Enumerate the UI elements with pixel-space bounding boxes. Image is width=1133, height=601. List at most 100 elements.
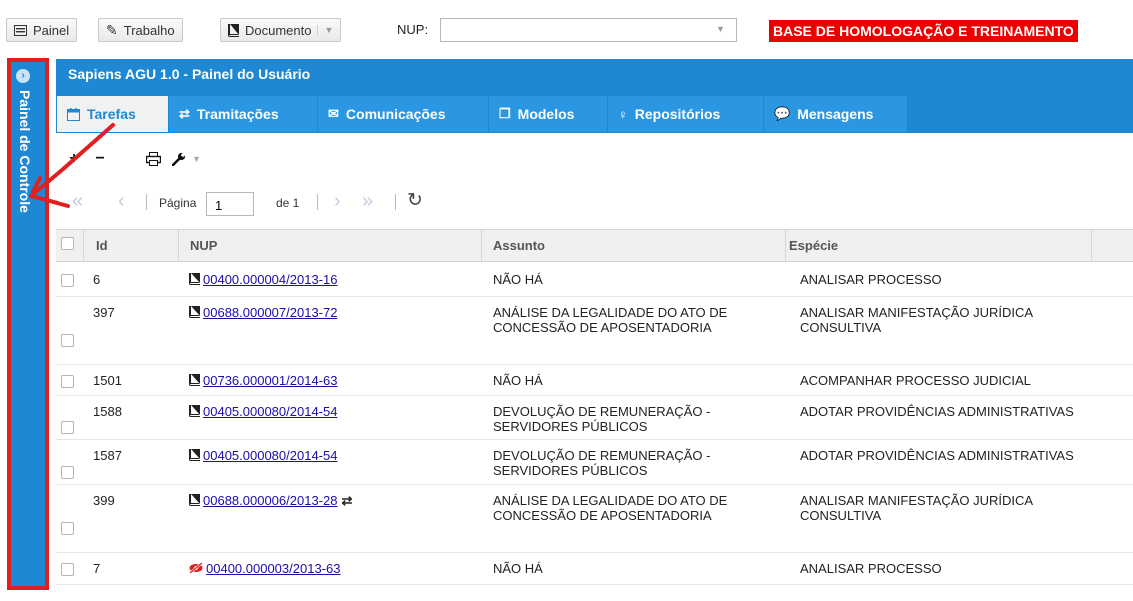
page-count: de 1: [276, 196, 300, 210]
column-header-assunto[interactable]: Assunto: [482, 230, 786, 261]
cell-assunto: ANÁLISE DA LEGALIDADE DO ATO DE CONCESSÃ…: [493, 493, 728, 523]
chevron-down-icon[interactable]: ▼: [317, 25, 333, 35]
page-number-input[interactable]: [206, 192, 254, 216]
cell-id: 1501: [93, 373, 122, 388]
row-checkbox[interactable]: [61, 274, 74, 287]
column-header-nup[interactable]: NUP: [179, 230, 482, 261]
cell-nup: 00400.000004/2013-16: [189, 272, 337, 287]
row-checkbox[interactable]: [61, 421, 74, 434]
column-header-especie[interactable]: Espécie: [786, 230, 1092, 261]
nup-input[interactable]: [440, 18, 737, 42]
painel-button[interactable]: Painel: [6, 18, 78, 42]
cell-id: 6: [93, 272, 101, 287]
minus-icon: −: [95, 150, 105, 167]
print-icon: [145, 152, 161, 166]
documento-button[interactable]: Documento ▼: [220, 18, 342, 42]
environment-banner: BASE DE HOMOLOGAÇÃO E TREINAMENTO: [769, 20, 1078, 42]
nup-link[interactable]: 00405.000080/2014-54: [203, 404, 337, 419]
table-row[interactable]: 1587 00405.000080/2014-54 DEVOLUÇÃO DE REM…: [56, 440, 1133, 485]
page-title: Sapiens AGU 1.0 - Painel do Usuário: [68, 66, 311, 82]
eye-slash-icon: [189, 562, 203, 574]
cell-id: 1588: [93, 404, 122, 419]
tab-repositorios[interactable]: ♀ Repositórios: [608, 96, 763, 132]
cell-assunto: NÃO HÁ: [493, 561, 543, 576]
cell-especie: ANALISAR PROCESSO: [800, 561, 942, 576]
page-label: Página: [159, 196, 197, 210]
cell-nup: 00688.000006/2013-28 ⇄: [189, 493, 352, 508]
cell-id: 7: [93, 561, 101, 576]
table-row[interactable]: 6 00400.000004/2013-16 NÃO HÁ ANALISAR PROC…: [56, 264, 1133, 297]
book-icon: [189, 449, 200, 461]
previous-page-icon[interactable]: ‹: [118, 191, 125, 211]
row-checkbox[interactable]: [61, 375, 74, 388]
documento-label: Documento: [245, 22, 312, 38]
grid-header: Id NUP Assunto Espécie: [56, 229, 1133, 262]
table-row[interactable]: 1588 00405.000080/2014-54 DEVOLUÇÃO DE REM…: [56, 396, 1133, 440]
nup-link[interactable]: 00400.000003/2013-63: [206, 561, 340, 576]
pencil-icon: ✎: [106, 21, 118, 38]
cell-especie: ACOMPANHAR PROCESSO JUDICIAL: [800, 373, 1031, 388]
last-page-icon[interactable]: »: [362, 191, 373, 211]
table-row[interactable]: 399 00688.000006/2013-28 ⇄ ANÁLISE DA LEGAL…: [56, 485, 1133, 553]
print-button[interactable]: [140, 146, 166, 172]
table-row[interactable]: 7 00400.000003/2013-63 NÃO HÁ ANALISAR PROC…: [56, 553, 1133, 585]
list-icon: [14, 24, 27, 36]
add-button[interactable]: +: [62, 146, 86, 172]
chevron-down-icon[interactable]: ▼: [716, 24, 725, 34]
row-checkbox[interactable]: [61, 522, 74, 535]
nup-link[interactable]: 00688.000007/2013-72: [203, 305, 337, 320]
nup-link[interactable]: 00405.000080/2014-54: [203, 448, 337, 463]
column-header-id[interactable]: Id: [84, 230, 179, 261]
painel-label: Painel: [33, 22, 70, 38]
divider: [317, 194, 318, 210]
tab-mensagens[interactable]: 💬 Mensagens: [764, 96, 907, 132]
book-icon: [189, 273, 200, 285]
cell-especie: ANALISAR PROCESSO: [800, 272, 942, 287]
select-all-checkbox[interactable]: [61, 237, 74, 250]
tab-comunicacoes[interactable]: ✉ Comunicações: [318, 96, 488, 132]
nup-link[interactable]: 00688.000006/2013-28: [203, 493, 337, 508]
top-toolbar: Painel ✎ Trabalho Documento ▼ NUP: ▼ BAS…: [0, 0, 1133, 50]
exchange-icon: ⇄: [179, 106, 190, 121]
cell-nup: 00405.000080/2014-54: [189, 404, 337, 419]
trabalho-button[interactable]: ✎ Trabalho: [98, 18, 183, 42]
book-icon: [189, 494, 200, 506]
cell-nup: 00405.000080/2014-54: [189, 448, 337, 463]
refresh-icon[interactable]: ↻: [407, 191, 423, 211]
expand-icon[interactable]: ›: [16, 69, 30, 83]
row-checkbox[interactable]: [61, 334, 74, 347]
lightbulb-icon: ♀: [618, 106, 628, 122]
tab-modelos[interactable]: ❐ Modelos: [489, 96, 607, 132]
comments-icon: 💬: [774, 106, 791, 121]
row-checkbox[interactable]: [61, 466, 74, 479]
table-row[interactable]: 397 00688.000007/2013-72 ANÁLISE DA LEGALI…: [56, 297, 1133, 365]
plus-icon: +: [69, 150, 79, 167]
nup-link[interactable]: 00400.000004/2013-16: [203, 272, 337, 287]
next-page-icon[interactable]: ›: [334, 191, 341, 211]
exchange-icon: ⇄: [341, 493, 353, 508]
tab-label: Mensagens: [797, 106, 874, 122]
table-row[interactable]: 1501 00736.000001/2014-63 NÃO HÁ ACOMPANHAR…: [56, 365, 1133, 396]
cell-nup: 00736.000001/2014-63: [189, 373, 337, 388]
trabalho-label: Trabalho: [123, 22, 175, 38]
chevron-down-icon: ▼: [192, 154, 201, 164]
cell-assunto: ANÁLISE DA LEGALIDADE DO ATO DE CONCESSÃ…: [493, 305, 728, 335]
tab-tarefas[interactable]: Tarefas: [57, 96, 168, 132]
book-icon: [189, 374, 200, 386]
cell-id: 397: [93, 305, 115, 320]
tab-label: Tramitações: [196, 106, 279, 122]
nup-link[interactable]: 00736.000001/2014-63: [203, 373, 337, 388]
remove-button[interactable]: −: [88, 146, 112, 172]
cell-especie: ANALISAR MANIFESTAÇÃO JURÍDICA CONSULTIV…: [800, 305, 1033, 335]
copy-icon: ❐: [499, 106, 511, 121]
tab-tramitacoes[interactable]: ⇄ Tramitações: [169, 96, 317, 132]
first-page-icon[interactable]: «: [72, 191, 83, 211]
tab-label: Modelos: [517, 106, 575, 122]
calendar-icon: [67, 107, 80, 121]
grid-footer: [56, 590, 1133, 601]
row-checkbox[interactable]: [61, 563, 74, 576]
cell-id: 1587: [93, 448, 122, 463]
control-panel-title[interactable]: Painel de Controle: [17, 90, 33, 213]
tools-menu-button[interactable]: ▼: [172, 146, 228, 172]
divider: [395, 194, 396, 210]
